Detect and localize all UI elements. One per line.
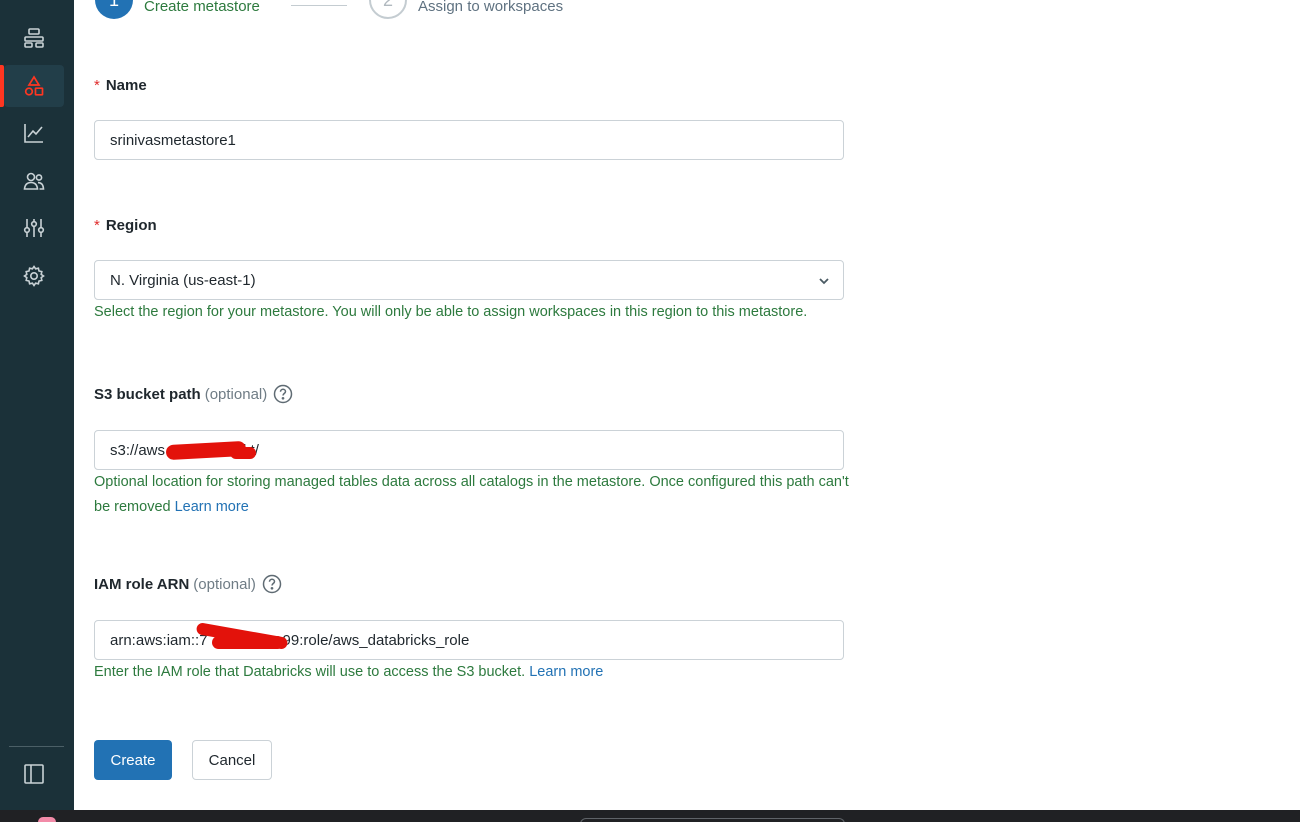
hierarchy-icon <box>24 28 44 48</box>
help-icon[interactable] <box>262 574 282 594</box>
sidebar <box>0 0 74 810</box>
users-icon <box>23 172 45 190</box>
iam-hint: Enter the IAM role that Databricks will … <box>94 660 854 685</box>
step-1-label: Create metastore <box>144 0 260 15</box>
iam-role-value-tail: 99:role/aws_databricks_role <box>282 631 470 649</box>
s3-optional-text: (optional) <box>204 385 268 403</box>
region-label: * Region <box>94 217 157 234</box>
iam-learn-more-link[interactable]: Learn more <box>529 664 603 680</box>
name-label: * Name <box>94 77 147 94</box>
nav-settings-sliders-icon[interactable] <box>4 207 64 249</box>
create-button[interactable]: Create <box>94 740 172 780</box>
panel-icon <box>24 764 44 784</box>
step-2-indicator: 2 <box>369 0 407 19</box>
taskbar-app-icon[interactable] <box>38 817 56 822</box>
s3-path-value: s3://aws <box>110 441 166 459</box>
iam-hint-text: Enter the IAM role that Databricks will … <box>94 664 526 680</box>
step-1-indicator: 1 <box>95 0 133 19</box>
region-select[interactable]: N. Virginia (us-east-1) <box>94 260 844 300</box>
name-label-text: Name <box>105 77 147 94</box>
sliders-icon <box>23 219 45 237</box>
redaction-mark <box>212 636 284 649</box>
taskbar-search[interactable] <box>580 818 845 822</box>
iam-label-text: IAM role ARN <box>94 575 190 593</box>
step-2-label: Assign to workspaces <box>418 0 564 15</box>
nav-catalog-icon[interactable] <box>4 17 64 59</box>
collapse-sidebar-button[interactable] <box>4 753 64 795</box>
iam-optional-text: (optional) <box>193 575 256 593</box>
nav-users-icon[interactable] <box>4 160 64 202</box>
chevron-down-icon <box>819 278 829 285</box>
step-connector <box>291 5 347 6</box>
region-hint: Select the region for your metastore. Yo… <box>94 304 808 320</box>
nav-data-icon[interactable] <box>4 65 64 107</box>
redaction-mark <box>230 447 256 459</box>
shapes-icon <box>24 75 44 96</box>
s3-hint: Optional location for storing managed ta… <box>94 470 854 520</box>
line-chart-icon <box>24 124 43 143</box>
region-selected-value: N. Virginia (us-east-1) <box>110 271 256 289</box>
help-icon[interactable] <box>273 384 293 404</box>
required-mark: * <box>94 217 100 234</box>
s3-label-text: S3 bucket path <box>94 385 201 403</box>
iam-role-value: arn:aws:iam::7 <box>110 631 208 649</box>
iam-label: IAM role ARN (optional) <box>94 574 282 594</box>
gear-icon <box>23 265 45 287</box>
name-input[interactable]: srinivasmetastore1 <box>94 120 844 160</box>
region-label-text: Region <box>105 217 157 234</box>
name-input-value: srinivasmetastore1 <box>110 131 236 149</box>
s3-learn-more-link[interactable]: Learn more <box>175 499 249 515</box>
sidebar-divider <box>9 746 64 747</box>
required-mark: * <box>94 77 100 94</box>
s3-label: S3 bucket path (optional) <box>94 384 293 404</box>
cancel-button[interactable]: Cancel <box>192 740 272 780</box>
nav-gear-icon[interactable] <box>4 255 64 297</box>
nav-usage-icon[interactable] <box>4 112 64 154</box>
